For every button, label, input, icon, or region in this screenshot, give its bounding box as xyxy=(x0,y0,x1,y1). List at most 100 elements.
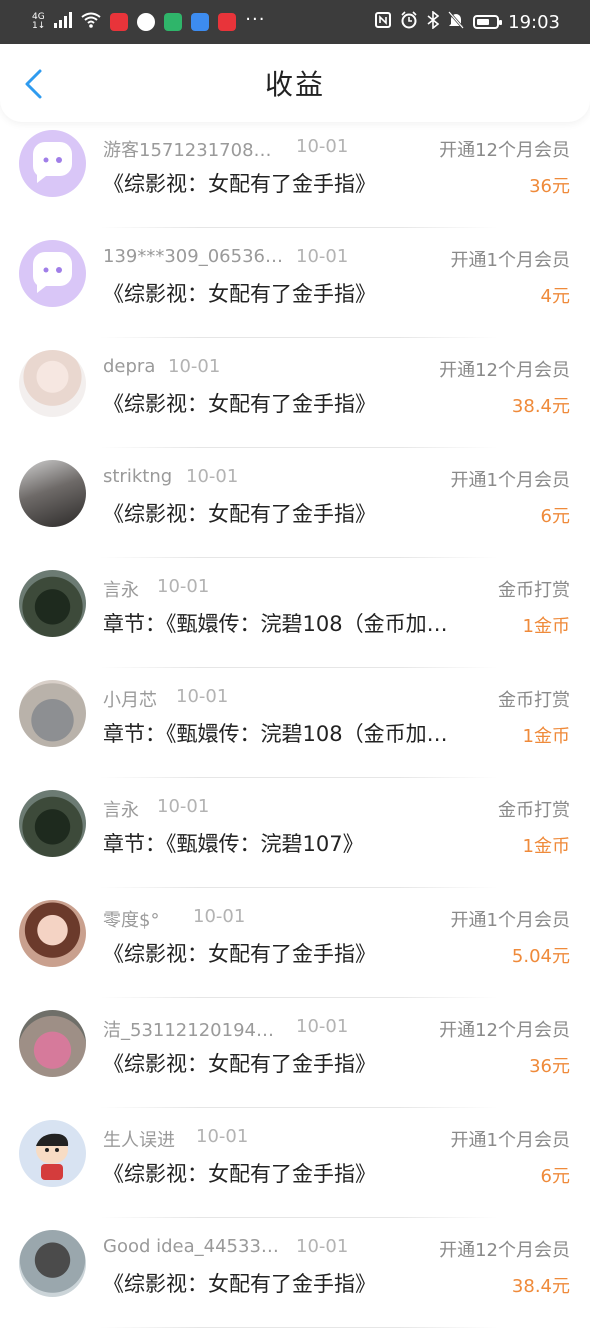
record-amount: 36元 xyxy=(529,1056,570,1077)
username: 言永 xyxy=(103,580,139,601)
cat-avatar xyxy=(19,790,86,857)
app-cloud-icon xyxy=(191,13,210,31)
record-amount: 38.4元 xyxy=(511,396,570,417)
record-date: 10-01 xyxy=(296,1236,349,1257)
record-amount: 38.4元 xyxy=(511,1276,570,1297)
page-title: 收益 xyxy=(264,68,325,101)
book-title: 《综影视：女配有了金手指》 xyxy=(103,1162,376,1186)
cartoon-avatar xyxy=(19,1120,86,1187)
app-ball-icon xyxy=(137,13,156,31)
earning-row[interactable]: 小月芯 10-01 金币打赏 章节：《甄嬛传：浣碧108（金币加… 1金币 xyxy=(0,668,590,778)
book-title: 《综影视：女配有了金手指》 xyxy=(103,1052,376,1076)
mute-icon xyxy=(448,11,465,33)
username: Good idea_44533… xyxy=(103,1236,279,1257)
earning-row[interactable]: depra 10-01 开通12个月会员 《综影视：女配有了金手指》 38.4元 xyxy=(0,338,590,448)
child-avatar xyxy=(19,1010,86,1077)
book-title: 《综影视：女配有了金手指》 xyxy=(103,942,376,966)
record-amount: 1金币 xyxy=(522,836,570,857)
book-title: 章节：《甄嬛传：浣碧108（金币加… xyxy=(103,722,448,746)
record-date: 10-01 xyxy=(157,576,210,597)
nfc-icon xyxy=(375,12,392,32)
back-button[interactable] xyxy=(20,68,48,100)
record-type: 开通1个月会员 xyxy=(450,250,570,271)
chat-bubble-avatar xyxy=(19,130,86,197)
app-header: 收益 xyxy=(0,44,590,122)
app-red-icon xyxy=(110,13,129,31)
earning-row[interactable]: 生人误进 10-01 开通1个月会员 《综影视：女配有了金手指》 6元 xyxy=(0,1108,590,1218)
book-title: 章节：《甄嬛传：浣碧108（金币加… xyxy=(103,612,448,636)
record-type: 开通1个月会员 xyxy=(450,470,570,491)
bluetooth-icon xyxy=(427,10,440,33)
chevron-left-icon xyxy=(25,69,42,99)
record-type: 开通12个月会员 xyxy=(439,360,570,381)
more-notifications-icon: ··· xyxy=(245,8,266,30)
record-date: 10-01 xyxy=(296,1016,349,1037)
book-title: 《综影视：女配有了金手指》 xyxy=(103,172,376,196)
username: 139***309_06536… xyxy=(103,246,283,267)
username: 小月芯 xyxy=(103,690,157,711)
book-title: 《综影视：女配有了金手指》 xyxy=(103,392,376,416)
earning-row[interactable]: striktng 10-01 开通1个月会员 《综影视：女配有了金手指》 6元 xyxy=(0,448,590,558)
record-type: 开通12个月会员 xyxy=(439,1240,570,1261)
record-type: 开通1个月会员 xyxy=(450,1130,570,1151)
book-title: 《综影视：女配有了金手指》 xyxy=(103,1272,376,1296)
record-type: 开通12个月会员 xyxy=(439,140,570,161)
book-title: 《综影视：女配有了金手指》 xyxy=(103,282,376,306)
earning-row[interactable]: 游客1571231708… 10-01 开通12个月会员 《综影视：女配有了金手… xyxy=(0,118,590,228)
app-home-icon xyxy=(164,13,183,31)
username: depra xyxy=(103,356,156,377)
record-type: 金币打赏 xyxy=(498,690,570,711)
earning-row[interactable]: 言永 10-01 金币打赏 章节：《甄嬛传：浣碧108（金币加… 1金币 xyxy=(0,558,590,668)
record-date: 10-01 xyxy=(196,1126,249,1147)
record-amount: 1金币 xyxy=(522,616,570,637)
record-type: 金币打赏 xyxy=(498,580,570,601)
username: 零度$° xyxy=(103,910,160,931)
username: 生人误进 xyxy=(103,1130,175,1151)
earnings-list[interactable]: 游客1571231708… 10-01 开通12个月会员 《综影视：女配有了金手… xyxy=(0,118,590,1328)
username: 言永 xyxy=(103,800,139,821)
wifi-icon xyxy=(81,12,101,32)
record-date: 10-01 xyxy=(296,136,349,157)
username: 洁_53112120194… xyxy=(103,1020,274,1041)
record-amount: 1金币 xyxy=(522,726,570,747)
record-date: 10-01 xyxy=(186,466,239,487)
record-type: 金币打赏 xyxy=(498,800,570,821)
girl-avatar xyxy=(19,350,86,417)
earning-row[interactable]: 言永 10-01 金币打赏 章节：《甄嬛传：浣碧107》 1金币 xyxy=(0,778,590,888)
status-bar: 4G 1↓ ··· 19:03 xyxy=(0,0,590,44)
record-date: 10-01 xyxy=(168,356,221,377)
cat-avatar xyxy=(19,570,86,637)
network-sub: 1↓ xyxy=(32,21,46,31)
username: striktng xyxy=(103,466,173,487)
record-amount: 6元 xyxy=(540,1166,570,1187)
record-date: 10-01 xyxy=(296,246,349,267)
record-amount: 6元 xyxy=(540,506,570,527)
girl-avatar xyxy=(19,900,86,967)
book-title: 章节：《甄嬛传：浣碧107》 xyxy=(103,832,364,856)
record-amount: 36元 xyxy=(529,176,570,197)
signal-icon xyxy=(54,12,73,32)
status-bar-left: 4G 1↓ ··· xyxy=(32,8,266,32)
record-amount: 5.04元 xyxy=(511,946,570,967)
username: 游客1571231708… xyxy=(103,140,272,161)
record-type: 开通1个月会员 xyxy=(450,910,570,931)
chat-bubble-avatar xyxy=(19,240,86,307)
battery-icon xyxy=(473,15,503,29)
clock-time: 19:03 xyxy=(508,11,560,33)
record-amount: 4元 xyxy=(540,286,570,307)
earning-row[interactable]: Good idea_44533… 10-01 开通12个月会员 《综影视：女配有… xyxy=(0,1218,590,1328)
alarm-icon xyxy=(400,11,418,33)
status-bar-right: 19:03 xyxy=(375,10,560,33)
plush-avatar xyxy=(19,680,86,747)
earning-row[interactable]: 零度$° 10-01 开通1个月会员 《综影视：女配有了金手指》 5.04元 xyxy=(0,888,590,998)
app-book-icon xyxy=(218,13,237,31)
record-date: 10-01 xyxy=(176,686,229,707)
record-type: 开通12个月会员 xyxy=(439,1020,570,1041)
network-indicator: 4G 1↓ xyxy=(32,13,45,31)
earning-row[interactable]: 139***309_06536… 10-01 开通1个月会员 《综影视：女配有了… xyxy=(0,228,590,338)
girl-avatar xyxy=(19,460,86,527)
earning-row[interactable]: 洁_53112120194… 10-01 开通12个月会员 《综影视：女配有了金… xyxy=(0,998,590,1108)
man-avatar xyxy=(19,1230,86,1297)
record-date: 10-01 xyxy=(157,796,210,817)
record-date: 10-01 xyxy=(193,906,246,927)
